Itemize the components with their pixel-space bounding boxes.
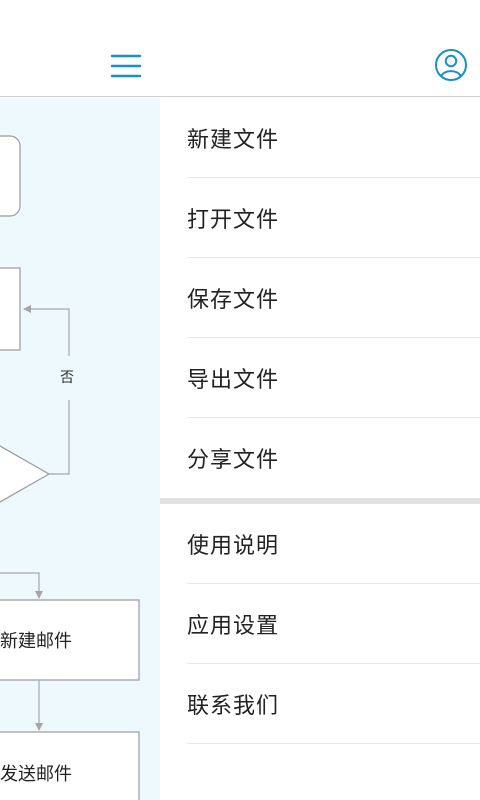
- decision-node[interactable]: [0, 445, 51, 503]
- menu-item-export-file[interactable]: 导出文件: [187, 338, 480, 418]
- flowchart-canvas[interactable]: 否 新建邮件 发送邮件: [0, 98, 160, 800]
- connector-to-new-mail: [0, 572, 43, 599]
- app-header: [0, 0, 480, 97]
- loop-connector-top: [23, 305, 70, 356]
- menu-item-share-file[interactable]: 分享文件: [187, 418, 480, 498]
- menu-item-label: 打开文件: [187, 207, 280, 233]
- menu-item-label: 联系我们: [187, 693, 280, 719]
- menu-item-label: 新建文件: [187, 127, 280, 153]
- menu-button[interactable]: [106, 46, 146, 86]
- app-menu-group: 使用说明 应用设置 联系我们: [160, 504, 480, 744]
- menu-item-label: 使用说明: [187, 533, 280, 559]
- new-mail-label: 新建邮件: [0, 631, 72, 652]
- branch-label-no: 否: [60, 370, 74, 386]
- user-account-icon: [435, 49, 467, 81]
- menu-item-save-file[interactable]: 保存文件: [187, 258, 480, 338]
- menu-item-label: 保存文件: [187, 287, 280, 313]
- file-menu-group: 新建文件 打开文件 保存文件 导出文件 分享文件: [160, 98, 480, 498]
- send-mail-label: 发送邮件: [0, 764, 72, 785]
- menu-item-contact-us[interactable]: 联系我们: [187, 664, 480, 744]
- account-button[interactable]: [430, 44, 472, 86]
- menu-item-label: 应用设置: [187, 613, 280, 639]
- menu-item-settings[interactable]: 应用设置: [187, 584, 480, 664]
- menu-item-label: 分享文件: [187, 448, 280, 473]
- start-node[interactable]: [0, 135, 21, 217]
- process-node[interactable]: [0, 267, 21, 351]
- menu-item-label: 导出文件: [187, 367, 280, 393]
- loop-connector: [49, 400, 70, 475]
- menu-item-open-file[interactable]: 打开文件: [187, 178, 480, 258]
- menu-item-new-file[interactable]: 新建文件: [187, 98, 480, 178]
- menu-item-instructions[interactable]: 使用说明: [187, 504, 480, 584]
- hamburger-menu-icon: [110, 54, 142, 78]
- side-drawer: 新建文件 打开文件 保存文件 导出文件 分享文件 使用说明 应用设置 联系我们: [160, 98, 480, 800]
